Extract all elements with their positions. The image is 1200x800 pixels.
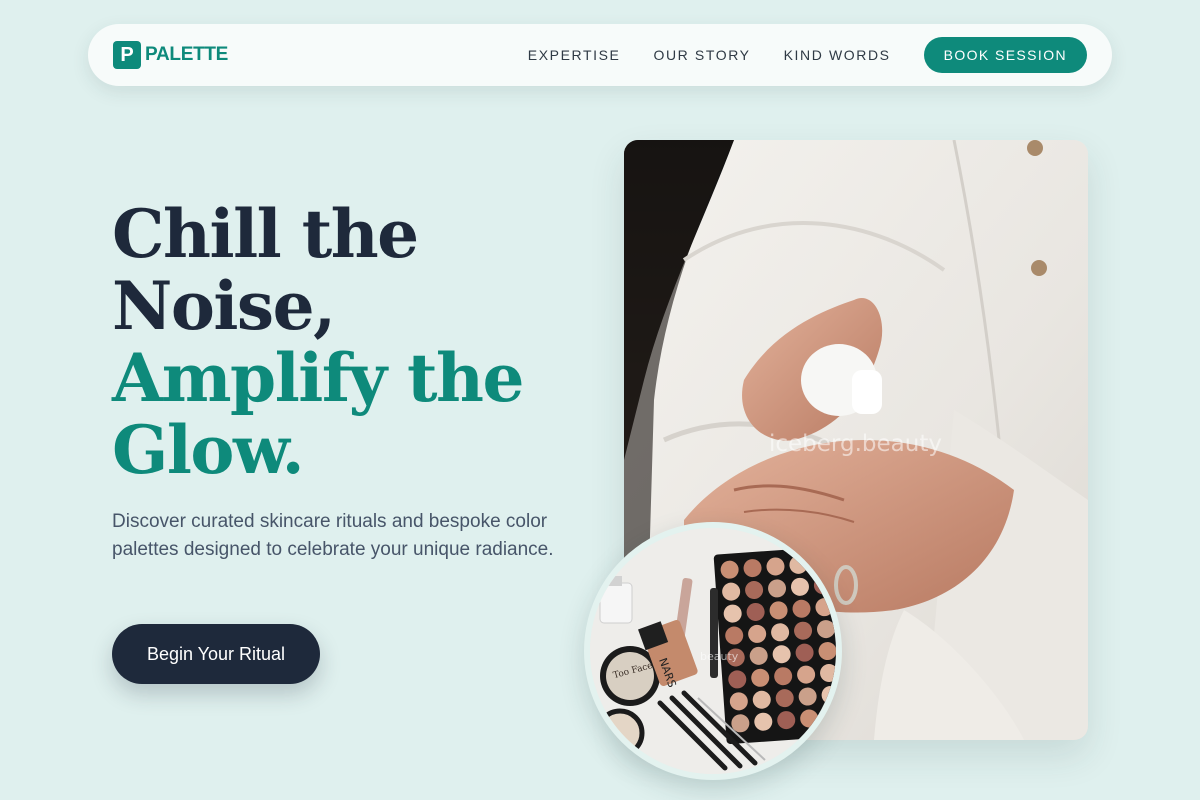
- brand-name: PALETTE: [145, 44, 229, 65]
- watermark-circle: beauty: [700, 650, 739, 663]
- headline-line-3: Amplify the: [112, 339, 525, 417]
- hero-description: Discover curated skincare rituals and be…: [112, 511, 554, 560]
- begin-ritual-button[interactable]: Begin Your Ritual: [112, 624, 320, 684]
- headline-line-4: Glow.: [112, 411, 305, 489]
- nav-links: EXPERTISE OUR STORY KIND WORDS BOOK SESS…: [528, 37, 1087, 73]
- nav-link-kind-words[interactable]: KIND WORDS: [784, 47, 891, 63]
- brand-logo[interactable]: P PALETTE: [113, 41, 228, 69]
- watermark-main: iceberg.beauty: [769, 431, 942, 457]
- nav-link-our-story[interactable]: OUR STORY: [653, 47, 750, 63]
- brand-mark-icon: P: [113, 41, 141, 69]
- makeup-illustration: Too Faced NARS beauty: [590, 528, 836, 774]
- hero-headline: Chill the Noise, Amplify the Glow.: [112, 198, 572, 486]
- nav-link-expertise[interactable]: EXPERTISE: [528, 47, 621, 63]
- book-session-button[interactable]: BOOK SESSION: [923, 37, 1087, 73]
- headline-line-2: Noise,: [112, 267, 336, 345]
- headline-line-1: Chill the: [112, 195, 419, 273]
- makeup-palette-photo: Too Faced NARS beauty: [584, 522, 842, 780]
- top-navigation: P PALETTE EXPERTISE OUR STORY KIND WORDS…: [88, 24, 1112, 86]
